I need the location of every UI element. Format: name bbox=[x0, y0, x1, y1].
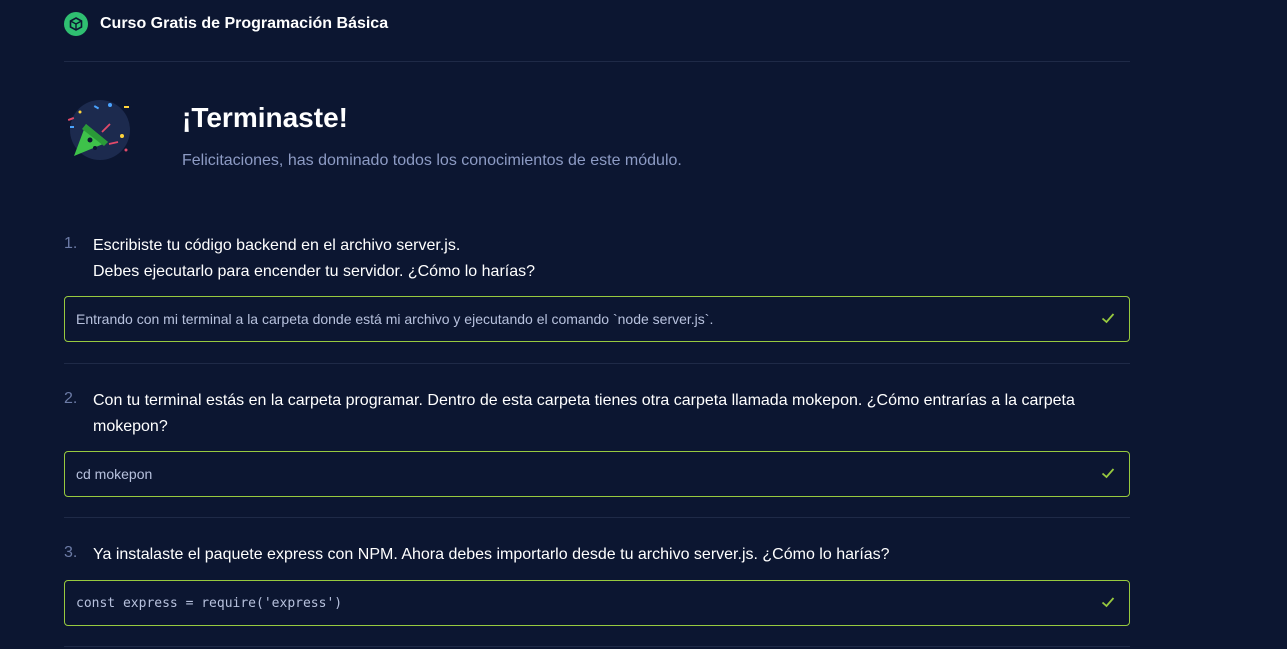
question-text: Escribiste tu código backend en el archi… bbox=[93, 237, 536, 280]
completion-hero: ¡Terminaste! Felicitaciones, has dominad… bbox=[64, 96, 1130, 176]
check-icon bbox=[1101, 468, 1115, 479]
answer-text: Entrando con mi terminal a la carpeta do… bbox=[76, 311, 714, 327]
divider bbox=[64, 517, 1130, 518]
divider bbox=[64, 646, 1130, 647]
check-icon bbox=[1101, 597, 1115, 608]
course-header: Curso Gratis de Programación Básica bbox=[64, 0, 1130, 62]
question-number: 2. bbox=[64, 390, 78, 407]
question-number: 1. bbox=[64, 235, 78, 252]
divider bbox=[64, 363, 1130, 364]
question-2: 2. Con tu terminal estás en la carpeta p… bbox=[64, 388, 1130, 519]
question-1: 1. Escribiste tu código backend en el ar… bbox=[64, 233, 1130, 364]
answer-text: const express = require('express') bbox=[76, 595, 343, 611]
party-popper-icon bbox=[67, 100, 130, 160]
quiz-results-page: Curso Gratis de Programación Básica ¡Ter… bbox=[0, 0, 1287, 649]
question-text: Con tu terminal estás en la carpeta prog… bbox=[93, 392, 1075, 435]
check-icon bbox=[1101, 313, 1115, 324]
question-text: Ya instalaste el paquete express con NPM… bbox=[93, 546, 890, 563]
answer-option-selected[interactable]: Entrando con mi terminal a la carpeta do… bbox=[64, 296, 1130, 342]
answer-option-selected[interactable]: cd mokepon bbox=[64, 451, 1130, 497]
platzi-cube-icon[interactable] bbox=[64, 11, 88, 36]
completion-title: ¡Terminaste! bbox=[182, 102, 348, 133]
answer-option-selected[interactable]: const express = require('express') bbox=[64, 580, 1130, 626]
course-title[interactable]: Curso Gratis de Programación Básica bbox=[100, 15, 388, 33]
question-number: 3. bbox=[64, 544, 78, 561]
completion-subtitle: Felicitaciones, has dominado todos los c… bbox=[182, 152, 682, 169]
answer-text: cd mokepon bbox=[76, 466, 153, 482]
question-3: 3. Ya instalaste el paquete express con … bbox=[64, 542, 1130, 649]
